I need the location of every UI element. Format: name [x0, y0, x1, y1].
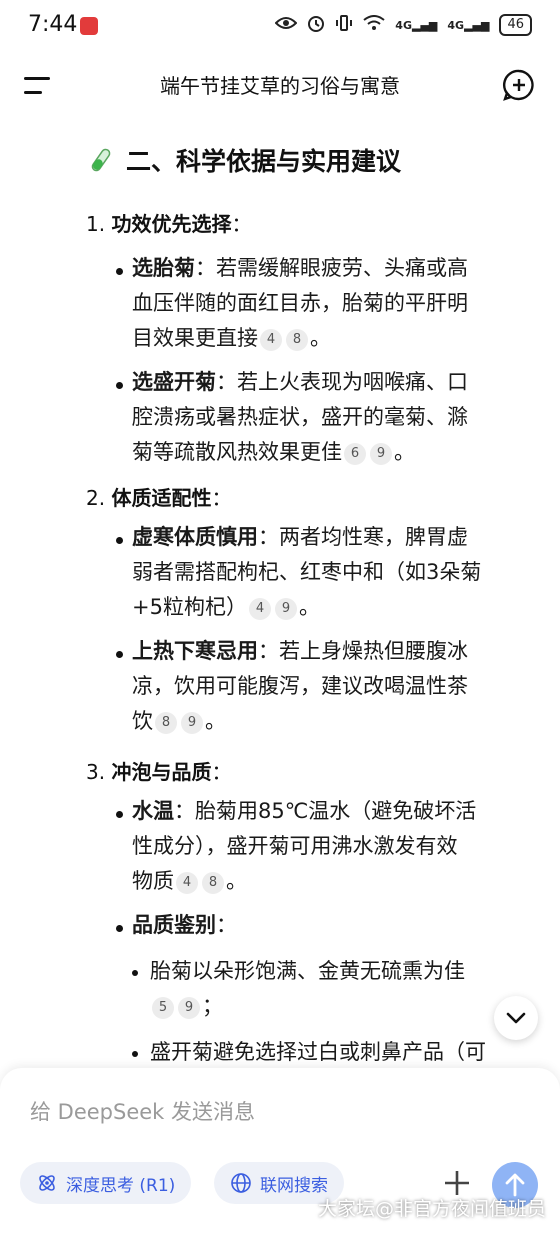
battery-icon: 46: [499, 14, 532, 36]
bullet-dot: [116, 537, 123, 544]
deep-think-toggle[interactable]: 深度思考 (R1): [20, 1162, 192, 1204]
citation-badge[interactable]: 5: [152, 997, 174, 1019]
list-item: 水温：胎菊用85℃温水（避免破坏活 性成分），盛开菊可用沸水激发有效 物质 4 8。: [132, 799, 477, 894]
citation-badge[interactable]: 8: [202, 872, 224, 894]
eye-icon: [274, 15, 298, 35]
citation-badge[interactable]: 4: [176, 872, 198, 894]
sub-bullet-dot: [132, 1051, 138, 1057]
section-heading: 二、科学依据与实用建议: [88, 142, 401, 178]
new-chat-icon[interactable]: [502, 68, 536, 102]
status-time: 7:44: [28, 12, 78, 37]
conversation-title: 端午节挂艾草的习俗与寓意: [160, 74, 400, 98]
list-item: 品质鉴别：: [132, 913, 237, 937]
top-bar: 端午节挂艾草的习俗与寓意: [0, 56, 560, 116]
bullet-dot: [116, 651, 123, 658]
sub-bullet-dot: [132, 970, 138, 976]
notification-app-icon: [80, 17, 98, 35]
citation-badge[interactable]: 9: [370, 443, 392, 465]
citation-badge[interactable]: 9: [178, 997, 200, 1019]
watermark-text: 大家坛@非官方夜间值班员: [317, 1198, 546, 1220]
deep-think-label: 深度思考 (R1): [66, 1175, 176, 1196]
bullet-dot: [116, 382, 123, 389]
wifi-icon: [363, 15, 385, 35]
list-item: 虚寒体质慎用：两者均性寒，脾胃虚 弱者需搭配枸杞、红枣中和（如3朵菊 +5粒枸杞…: [132, 525, 482, 620]
globe-icon: [231, 1173, 251, 1193]
test-tube-icon: [91, 148, 111, 172]
citation-badge[interactable]: 4: [260, 329, 282, 351]
bullet-dot: [116, 268, 123, 275]
sub-list-item: 盛开菊避免选择过白或刺鼻产品（可: [150, 1040, 486, 1064]
citation-badge[interactable]: 9: [274, 598, 297, 620]
list-item: 选盛开菊：若上火表现为咽喉痛、口 腔溃疡或暑热症状，盛开的毫菊、滁 菊等疏散风热…: [132, 370, 468, 465]
citation-badge[interactable]: 8: [286, 329, 308, 351]
atom-icon: [39, 1175, 55, 1191]
citation-badge[interactable]: 6: [344, 443, 366, 465]
status-icons: 4G▂▄▆ 4G▂▄▆ 46: [274, 14, 532, 36]
vibrate-icon: [335, 14, 353, 36]
signal-icon-2: 4G▂▄▆: [447, 18, 490, 32]
chevron-down-icon: [506, 1012, 526, 1024]
list-item-1: 1. 功效优先选择：: [86, 212, 252, 236]
signal-icon-1: 4G▂▄▆: [395, 18, 438, 32]
status-bar: 7:44 4G▂▄▆ 4G▂▄▆ 46: [0, 0, 560, 56]
bullet-dot: [116, 925, 123, 932]
citation-badge[interactable]: 9: [181, 712, 203, 734]
message-input[interactable]: 给 DeepSeek 发送消息: [30, 1096, 255, 1126]
citation-badge[interactable]: 4: [248, 598, 271, 620]
alarm-icon: [307, 14, 325, 36]
list-item: 选胎菊：若需缓解眼疲劳、头痛或高 血压伴随的面红目赤，胎菊的平肝明 目效果更直接…: [132, 256, 468, 351]
list-item: 上热下寒忌用：若上身燥热但腰腹冰 凉，饮用可能腹泻，建议改喝温性茶 饮 8 9。: [132, 639, 468, 734]
list-item-2: 2. 体质适配性：: [86, 486, 232, 510]
sub-list-item: 胎菊以朵形饱满、金黄无硫熏为佳 5 9；: [150, 959, 465, 1019]
list-item-3: 3. 冲泡与品质：: [86, 760, 232, 784]
scroll-to-bottom-button[interactable]: [494, 996, 538, 1040]
bullet-dot: [116, 811, 123, 818]
web-search-label: 联网搜索: [260, 1175, 328, 1196]
citation-badge[interactable]: 8: [155, 712, 177, 734]
